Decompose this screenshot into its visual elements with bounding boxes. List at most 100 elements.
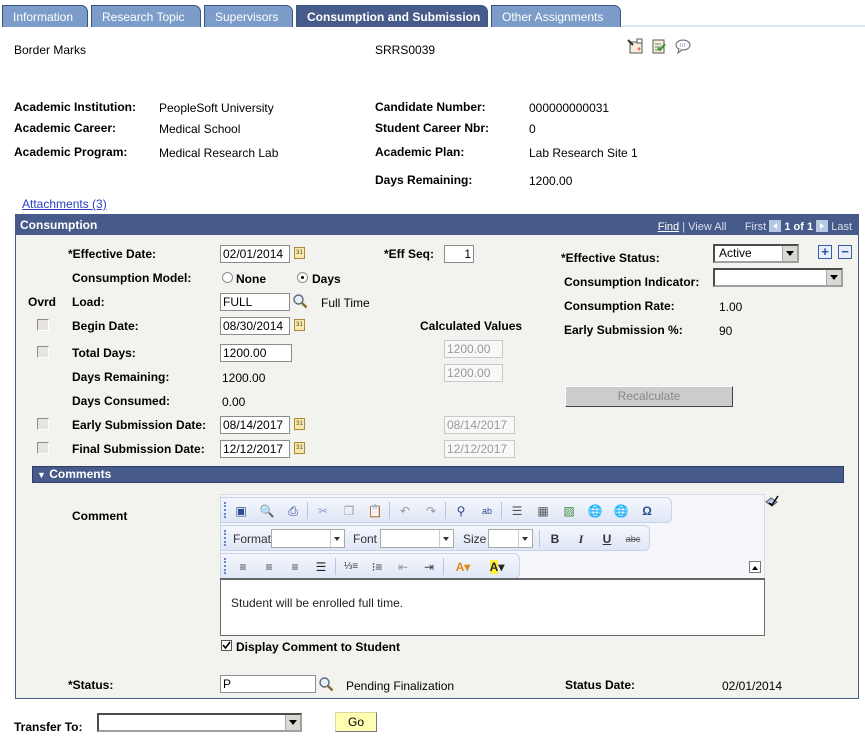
- comment-label: Comment: [72, 509, 128, 523]
- comment-textarea[interactable]: Student will be enrolled full time.: [220, 578, 765, 636]
- redo-icon[interactable]: ↷: [423, 503, 439, 519]
- early-submission-ovrd-checkbox[interactable]: [37, 418, 49, 430]
- next-arrow-icon[interactable]: [816, 220, 829, 232]
- previous-arrow-icon[interactable]: [769, 220, 782, 232]
- maximize-icon[interactable]: ▣: [233, 503, 249, 519]
- status-input[interactable]: P: [220, 675, 316, 693]
- search-icon[interactable]: [292, 293, 308, 309]
- toolbar-grip[interactable]: [224, 502, 226, 518]
- eff-seq-input[interactable]: 1: [444, 245, 474, 263]
- toolbar-separator: [445, 502, 446, 519]
- student-name: Border Marks: [14, 43, 87, 57]
- display-comment-label: Display Comment to Student: [236, 640, 401, 654]
- justify-icon[interactable]: ☰: [313, 559, 329, 575]
- checklist-icon[interactable]: [651, 38, 667, 54]
- consumption-model-days-radio[interactable]: [297, 272, 308, 283]
- calendar-icon[interactable]: 31: [294, 319, 305, 331]
- calendar-icon[interactable]: 31: [294, 442, 305, 454]
- underline-icon[interactable]: U: [599, 531, 615, 547]
- comments-header[interactable]: ▼ Comments: [32, 466, 844, 483]
- find-link[interactable]: Find: [658, 221, 679, 233]
- strikethrough-icon[interactable]: abc: [625, 531, 641, 547]
- bulleted-list-icon[interactable]: ⁝≡: [369, 559, 385, 575]
- find-icon[interactable]: ⚲: [453, 503, 469, 519]
- calendar-icon[interactable]: 31: [294, 418, 305, 430]
- link-icon[interactable]: 🌐: [587, 503, 603, 519]
- total-days-ovrd-checkbox[interactable]: [37, 346, 49, 358]
- total-days-input[interactable]: 1200.00: [220, 344, 292, 362]
- first-link[interactable]: First: [745, 221, 766, 233]
- comment-bubble-icon[interactable]: [675, 38, 691, 55]
- days-remaining-value: 1200.00: [222, 371, 266, 385]
- calculated-values-label: Calculated Values: [420, 319, 523, 333]
- tab-supervisors[interactable]: Supervisors: [204, 5, 293, 27]
- italic-icon[interactable]: I: [573, 531, 589, 547]
- undo-icon[interactable]: ↶: [397, 503, 413, 519]
- begin-date-ovrd-checkbox[interactable]: [37, 319, 49, 331]
- unlink-icon[interactable]: 🌐: [613, 503, 629, 519]
- chevron-down-icon: [439, 530, 453, 547]
- tab-information[interactable]: Information: [2, 5, 88, 27]
- format-label: Format: [233, 532, 272, 546]
- size-select[interactable]: [488, 529, 533, 548]
- font-select[interactable]: [380, 529, 454, 548]
- toolbar-grip[interactable]: [224, 558, 226, 574]
- early-submission-date-input[interactable]: 08/14/2017: [220, 416, 290, 434]
- consumption-model-label: Consumption Model:: [72, 271, 192, 285]
- display-comment-checkbox[interactable]: [221, 640, 232, 651]
- effective-status-select[interactable]: Active: [713, 244, 799, 263]
- increase-indent-icon[interactable]: ⇥: [421, 559, 437, 575]
- preview-icon[interactable]: 🔍: [259, 503, 275, 519]
- copy-icon[interactable]: ❐: [341, 503, 357, 519]
- view-all-link[interactable]: View All: [688, 221, 726, 233]
- tab-consumption-and-submission[interactable]: Consumption and Submission: [296, 5, 488, 27]
- background-color-icon[interactable]: A▾: [485, 559, 509, 575]
- toolbar-grip[interactable]: [224, 530, 226, 546]
- search-icon[interactable]: [318, 676, 334, 692]
- delete-row-button[interactable]: −: [838, 245, 852, 259]
- notepad-phone-icon[interactable]: [627, 38, 643, 54]
- attachments-link[interactable]: Attachments (3): [22, 197, 107, 211]
- consumption-section: Consumption Find | View All First 1 of 1…: [15, 214, 859, 699]
- table-icon[interactable]: ▦: [535, 503, 551, 519]
- bold-icon[interactable]: B: [547, 531, 563, 547]
- print-icon[interactable]: ⎙: [285, 503, 301, 519]
- row-navigation: Find | View All First 1 of 1 Last: [658, 220, 852, 233]
- transfer-to-select[interactable]: [97, 713, 302, 732]
- horizontal-rule-icon[interactable]: ☰: [509, 503, 525, 519]
- academic-program-label: Academic Program:: [14, 145, 128, 159]
- begin-date-input[interactable]: 08/30/2014: [220, 317, 290, 335]
- begin-date-label: Begin Date:: [72, 319, 139, 333]
- collapse-toolbar-button[interactable]: [749, 561, 761, 573]
- align-left-icon[interactable]: ≡: [235, 559, 251, 575]
- numbered-list-icon[interactable]: ⅓≡: [343, 559, 359, 575]
- total-days-label: Total Days:: [72, 346, 136, 360]
- decrease-indent-icon[interactable]: ⇤: [395, 559, 411, 575]
- consumption-model-none-radio[interactable]: [222, 272, 233, 283]
- paste-icon[interactable]: 📋: [367, 503, 383, 519]
- image-icon[interactable]: ▨: [561, 503, 577, 519]
- recalculate-button[interactable]: Recalculate: [565, 386, 733, 407]
- text-color-icon[interactable]: A▾: [451, 559, 475, 575]
- format-select[interactable]: [271, 529, 345, 548]
- replace-icon[interactable]: ab: [479, 503, 495, 519]
- load-input[interactable]: FULL: [220, 293, 290, 311]
- special-character-icon[interactable]: Ω: [639, 503, 655, 519]
- tab-other-assignments[interactable]: Other Assignments: [491, 5, 621, 27]
- align-right-icon[interactable]: ≡: [287, 559, 303, 575]
- go-button[interactable]: Go: [335, 712, 377, 732]
- spell-check-icon[interactable]: [764, 493, 780, 509]
- academic-career-label: Academic Career:: [14, 121, 117, 135]
- last-link[interactable]: Last: [831, 221, 852, 233]
- add-row-button[interactable]: +: [818, 245, 832, 259]
- cut-icon[interactable]: ✂: [315, 503, 331, 519]
- final-submission-date-input[interactable]: 12/12/2017: [220, 440, 290, 458]
- align-center-icon[interactable]: ≡: [261, 559, 277, 575]
- days-consumed-value: 0.00: [222, 395, 246, 409]
- tab-research-topic[interactable]: Research Topic: [91, 5, 201, 27]
- calendar-icon[interactable]: 31: [294, 247, 305, 259]
- final-submission-ovrd-checkbox[interactable]: [37, 442, 49, 454]
- consumption-indicator-select[interactable]: [713, 268, 843, 287]
- tab-underline: [622, 25, 865, 27]
- effective-date-input[interactable]: 02/01/2014: [220, 245, 290, 263]
